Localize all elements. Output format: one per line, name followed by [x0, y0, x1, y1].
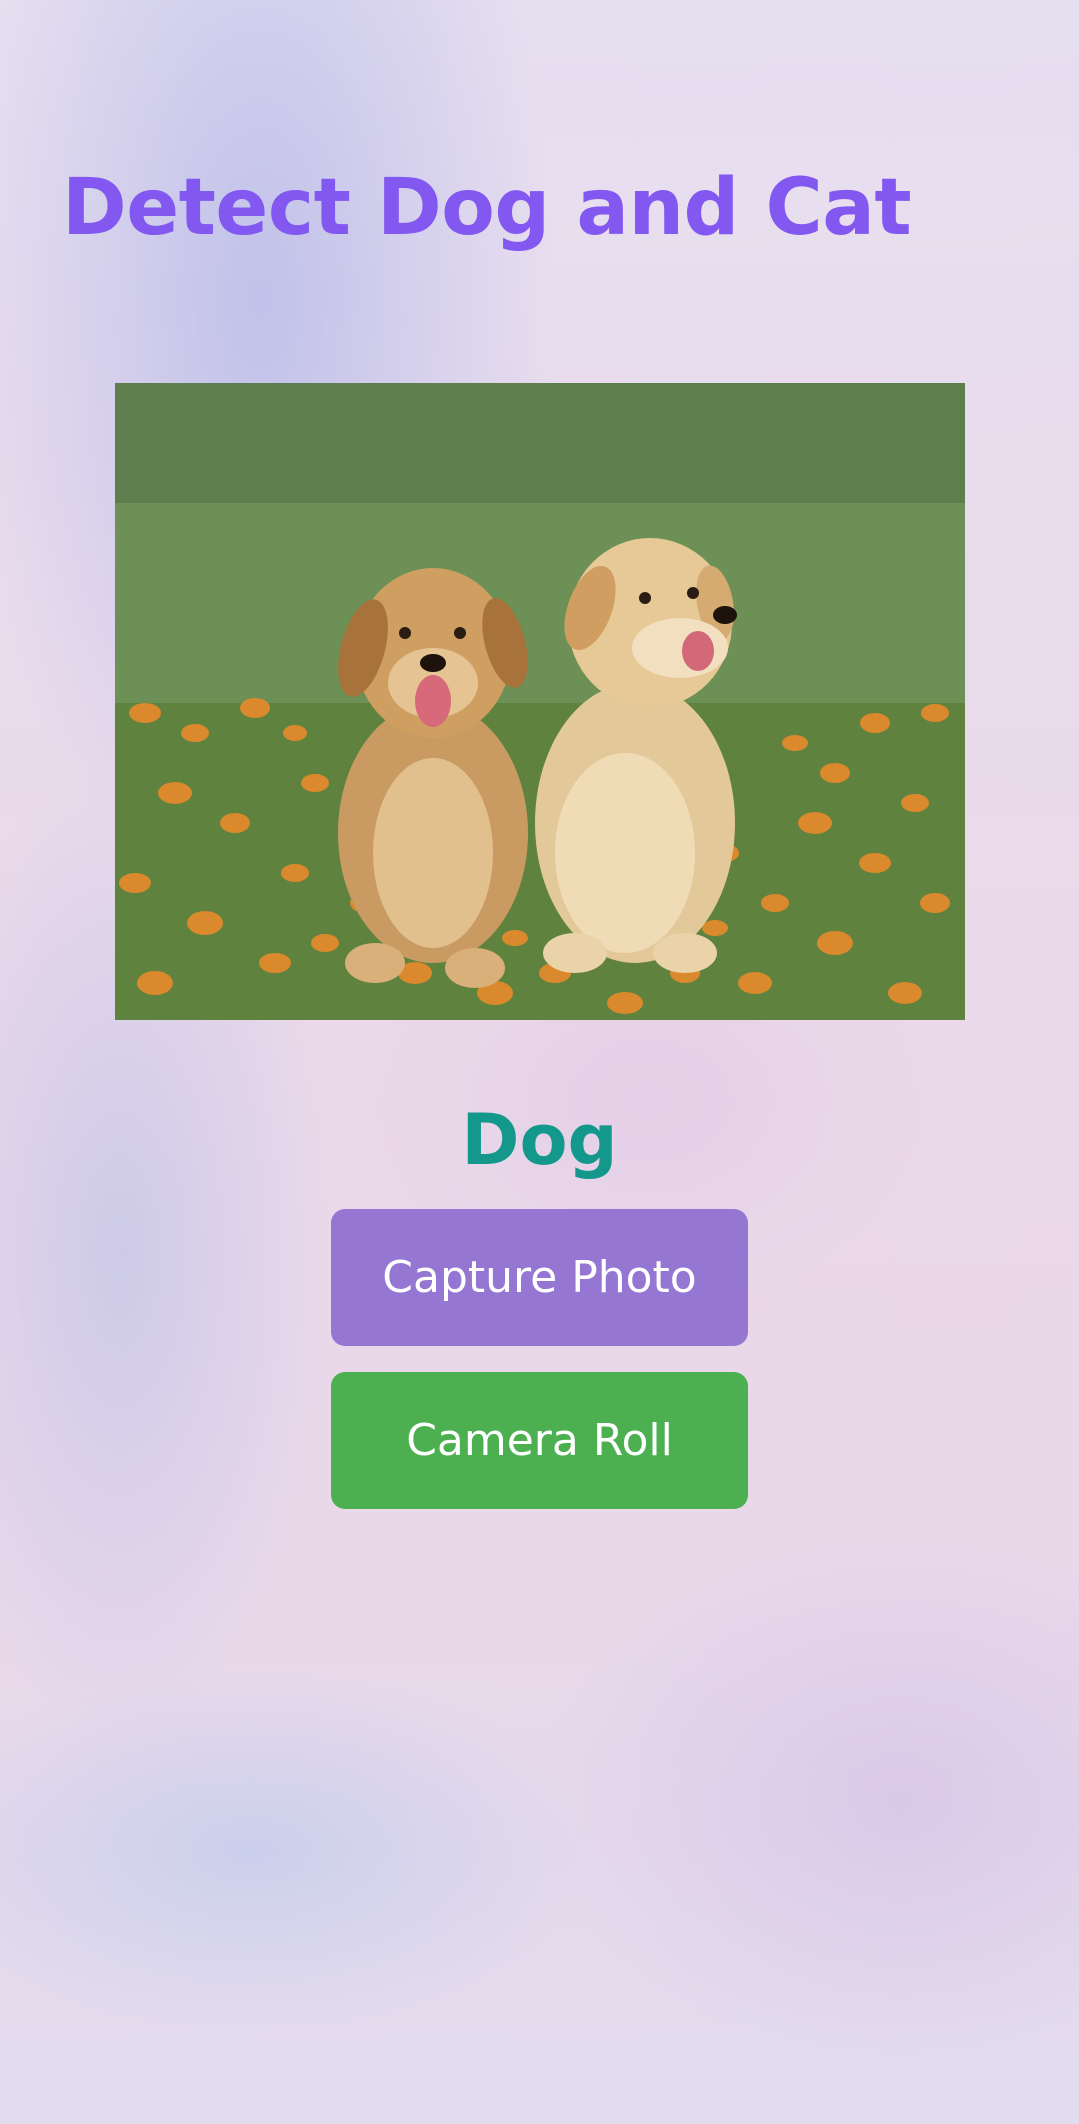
- capture-photo-button[interactable]: Capture Photo: [331, 1209, 748, 1346]
- dog-photo-preview: [115, 383, 965, 1020]
- prediction-label: Dog: [461, 1099, 618, 1181]
- app-title: Detect Dog and Cat: [62, 163, 912, 253]
- camera-roll-button[interactable]: Camera Roll: [331, 1372, 748, 1509]
